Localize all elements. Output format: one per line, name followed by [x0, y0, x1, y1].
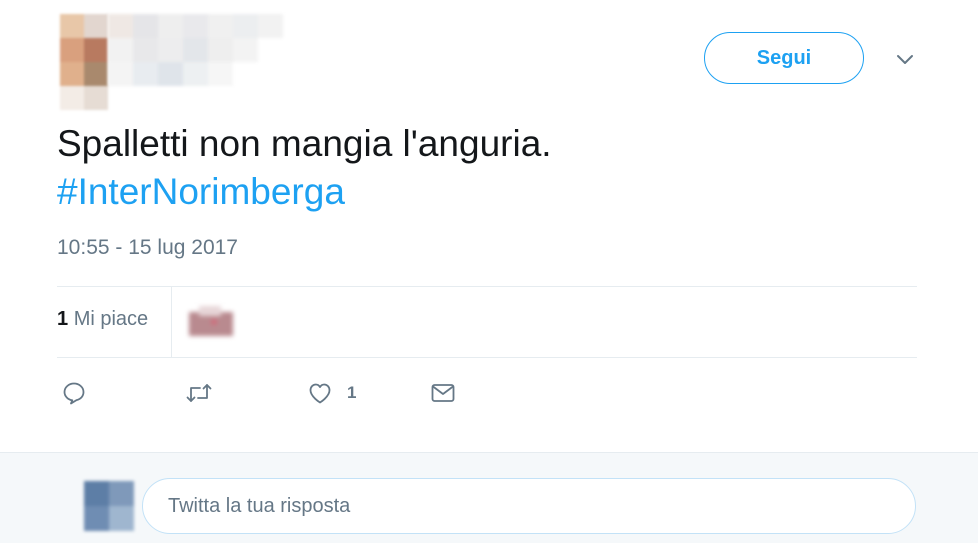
tweet-timestamp[interactable]: 10:55 - 15 lug 2017: [57, 236, 238, 260]
like-count: 1: [347, 383, 357, 402]
tweet-card: Segui Spalletti non mangia l'anguria. #I…: [0, 0, 978, 452]
retweet-button[interactable]: [185, 375, 213, 411]
tweet-actions: 1: [57, 375, 557, 411]
direct-message-button[interactable]: [430, 375, 456, 411]
chevron-down-icon[interactable]: [894, 50, 916, 70]
likes-count-number: 1: [57, 308, 69, 330]
divider: [57, 357, 917, 358]
envelope-icon: [431, 384, 455, 402]
author-avatar[interactable]: [60, 14, 108, 110]
reply-icon: [63, 382, 85, 405]
reply-button[interactable]: [61, 375, 87, 411]
likes-count[interactable]: 1 Mi piace: [57, 308, 148, 331]
current-user-avatar: [84, 481, 134, 531]
heart-icon: [309, 383, 331, 404]
follow-button-label: Segui: [756, 46, 812, 69]
likes-count-label: Mi piace: [73, 308, 149, 330]
tweet-text: Spalletti non mangia l'anguria. #InterNo…: [57, 120, 937, 216]
tweet-body: Spalletti non mangia l'anguria.: [57, 123, 552, 164]
reply-input[interactable]: [142, 478, 916, 534]
author-name-censored[interactable]: [108, 14, 308, 94]
tweet-stats: 1 Mi piace: [57, 287, 917, 357]
stats-separator: [171, 287, 172, 357]
liker-avatar[interactable]: [187, 298, 233, 344]
hashtag-link[interactable]: #InterNorimberga: [57, 168, 937, 216]
retweet-icon: [186, 384, 212, 402]
like-button[interactable]: 1: [307, 375, 356, 411]
reply-bar: [0, 452, 978, 543]
follow-button[interactable]: Segui: [704, 32, 864, 84]
